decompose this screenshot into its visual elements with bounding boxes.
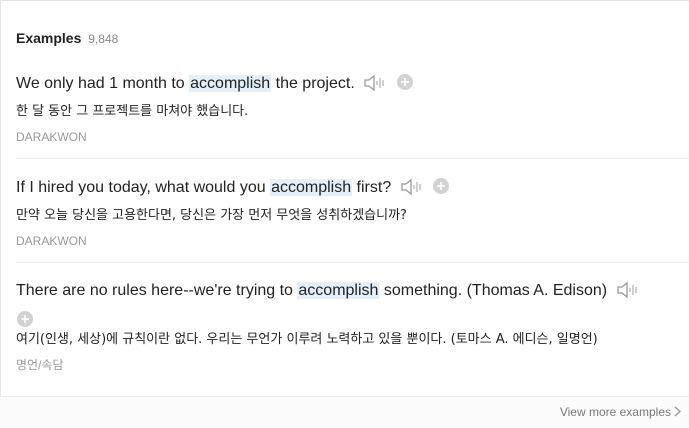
divider [16,262,689,263]
examples-count: 9,848 [88,32,119,46]
sentence-text-before: If I hired you today, what would you [16,179,271,196]
examples-title: Examples [16,30,82,46]
keyword-highlight: accomplish [297,282,380,299]
chevron-right-icon [674,406,681,420]
example-source: 명언/속담 [16,358,64,372]
example-item-1: We only had 1 month to accomplish the pr… [16,73,689,144]
view-more-label: View more examples [559,405,671,419]
top-border [0,0,689,1]
speaker-icon[interactable] [616,281,640,305]
sentence-text-after: first? [352,179,392,196]
plus-row [16,310,689,328]
keyword-highlight: accomplish [189,75,272,92]
example-sentence: There are no rules here--we're trying to… [16,281,689,305]
footer: View more examples [0,396,689,428]
speaker-icon[interactable] [400,178,424,202]
speaker-icon[interactable] [363,74,387,98]
plus-circle-icon[interactable] [16,310,34,333]
plus-circle-icon[interactable] [432,177,450,201]
example-source: DARAKWON [16,130,87,144]
example-sentence: We only had 1 month to accomplish the pr… [16,73,689,98]
keyword-highlight: accomplish [270,179,353,196]
sentence-text-before: There are no rules here--we're trying to [16,282,298,299]
plus-circle-icon[interactable] [396,73,414,97]
sentence-text-after: the project. [271,75,355,92]
example-item-3: There are no rules here--we're trying to… [16,281,689,373]
left-border [0,0,1,427]
example-translation: 여기(인생, 세상)에 규칙이란 없다. 우리는 무언가 이루려 노력하고 있을… [16,332,598,347]
example-translation: 만약 오늘 당신을 고용한다면, 당신은 가장 먼저 무엇을 성취하겠습니까? [16,208,407,223]
example-translation: 한 달 동안 그 프로젝트를 마쳐야 했습니다. [16,104,249,119]
divider [16,158,689,159]
examples-header: Examples 9,848 [16,30,118,46]
example-source: DARAKWON [16,234,87,248]
view-more-link[interactable]: View more examples [560,405,681,420]
sentence-text-before: We only had 1 month to [16,75,190,92]
example-sentence: If I hired you today, what would you acc… [16,177,689,202]
sentence-text-after: something. (Thomas A. Edison) [379,282,608,299]
example-item-2: If I hired you today, what would you acc… [16,177,689,248]
